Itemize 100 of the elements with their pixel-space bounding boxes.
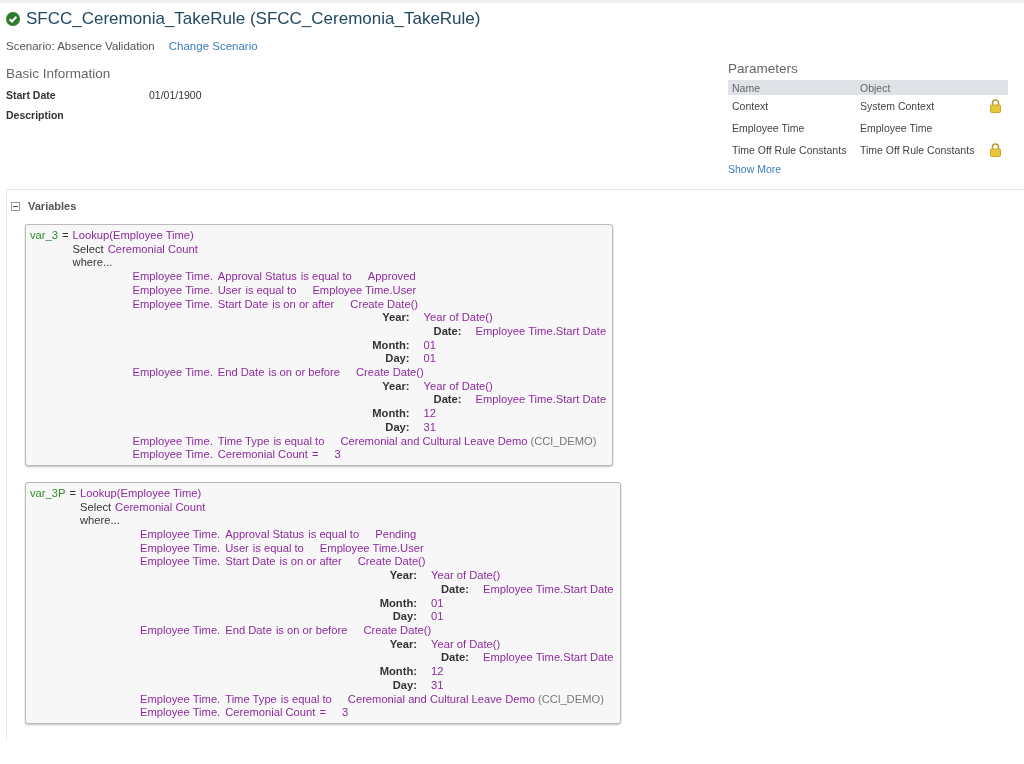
parameter-label: Day: xyxy=(391,678,417,693)
condition-object: Employee Time. xyxy=(140,706,221,720)
variable-name: var_3P xyxy=(30,486,66,501)
condition-operator: is equal to xyxy=(300,270,352,284)
select-keyword: Select xyxy=(80,500,112,515)
select-keyword: Select xyxy=(72,242,104,257)
parameter-value: Employee Time.Start Date xyxy=(483,582,614,597)
parameter-value: 12 xyxy=(431,665,444,679)
condition-field: Start Date xyxy=(225,555,276,570)
parameter-label: Year: xyxy=(388,569,417,583)
condition-field: Approval Status xyxy=(225,528,305,542)
parameter-label: Year: xyxy=(381,311,410,325)
parameter-value: Employee Time.Start Date xyxy=(475,393,607,408)
parameter-value: Year of Date() xyxy=(431,637,501,652)
lookup-function: Lookup(Employee Time) xyxy=(80,486,202,501)
condition-field: Ceremonial Count xyxy=(225,706,316,720)
condition-field: Time Type xyxy=(225,692,277,707)
condition-field: User xyxy=(217,283,242,298)
parameter-label: Date: xyxy=(440,651,469,666)
field-value: 01/01/1900 xyxy=(149,89,202,103)
parameter-value: Year of Date() xyxy=(423,379,493,394)
condition-value: Create Date() xyxy=(350,297,419,312)
field-label: Description xyxy=(6,109,65,123)
table-cell-text: System Context xyxy=(860,100,936,112)
condition-value: 3 xyxy=(334,448,341,462)
condition-field: Approval Status xyxy=(217,270,297,284)
parameter-value: 31 xyxy=(431,678,444,693)
equals-sign: = xyxy=(62,229,69,243)
show-more-link[interactable]: Show More xyxy=(728,163,1008,175)
condition-operator: is equal to xyxy=(280,692,332,707)
condition-value: Approved xyxy=(367,270,416,284)
condition-operator: is on or after xyxy=(279,555,342,570)
variable-name: var_3 xyxy=(30,229,58,243)
column-header: Object xyxy=(860,81,892,94)
table-cell-text: Employee Time xyxy=(860,122,934,134)
table-cell-text: Time Off Rule Constants xyxy=(860,144,976,156)
section-heading: Variables xyxy=(28,200,77,212)
parameter-value: Employee Time.Start Date xyxy=(483,651,614,666)
condition-object: Employee Time. xyxy=(132,297,213,312)
parameter-value: 31 xyxy=(423,420,436,435)
condition-operator: is equal to xyxy=(273,434,325,449)
table-cell-text: Context xyxy=(731,100,770,112)
select-field: Ceremonial Count xyxy=(115,500,206,515)
rule-title: SFCC_Ceremonia_TakeRule (SFCC_Ceremonia_TakeRule) xyxy=(26,9,481,29)
condition-value: Pending xyxy=(375,528,417,542)
condition-value: Ceremonial and Cultural Leave Demo xyxy=(347,692,535,707)
condition-operator: is on or before xyxy=(275,624,348,638)
parameter-value: Employee Time.Start Date xyxy=(475,324,607,339)
condition-operator: is on or before xyxy=(268,366,340,380)
section-heading: Parameters xyxy=(728,61,799,76)
field-label: Start Date xyxy=(6,89,57,103)
condition-object: Employee Time. xyxy=(132,434,213,449)
condition-operator: = xyxy=(311,448,319,462)
where-keyword: where... xyxy=(72,256,113,271)
table-cell-text: Time Off Rule Constants xyxy=(731,144,848,156)
scenario-label: Scenario: Absence Validation xyxy=(6,40,155,52)
parameter-label: Date: xyxy=(432,324,462,339)
condition-code: (CCl_DEMO) xyxy=(538,692,604,707)
where-keyword: where... xyxy=(80,514,120,529)
parameter-value: 12 xyxy=(423,407,436,421)
parameter-label: Date: xyxy=(432,393,462,408)
condition-operator: is equal to xyxy=(308,528,360,542)
parameter-label: Day: xyxy=(384,352,410,367)
condition-field: End Date xyxy=(217,366,265,380)
collapse-icon[interactable] xyxy=(11,201,20,211)
parameter-value: Year of Date() xyxy=(423,311,493,325)
change-scenario-link[interactable]: Change Scenario xyxy=(168,40,258,52)
parameter-label: Day: xyxy=(384,420,410,435)
condition-value: 3 xyxy=(341,706,349,720)
condition-field: End Date xyxy=(225,624,272,638)
parameter-value: 01 xyxy=(431,596,444,611)
condition-object: Employee Time. xyxy=(140,692,221,707)
parameter-label: Day: xyxy=(391,610,417,624)
condition-object: Employee Time. xyxy=(140,624,221,638)
condition-object: Employee Time. xyxy=(140,555,221,570)
condition-operator: is equal to xyxy=(245,283,297,298)
condition-value: Create Date() xyxy=(363,624,432,638)
condition-object: Employee Time. xyxy=(132,448,213,462)
section-heading: Basic Information xyxy=(6,66,112,81)
parameter-label: Month: xyxy=(371,338,410,353)
condition-value: Employee Time.User xyxy=(319,541,424,556)
parameter-label: Date: xyxy=(440,582,469,597)
condition-object: Employee Time. xyxy=(132,283,213,298)
condition-object: Employee Time. xyxy=(140,541,221,556)
condition-operator: = xyxy=(319,706,326,720)
parameter-value: 01 xyxy=(431,610,444,624)
condition-object: Employee Time. xyxy=(140,528,221,542)
parameter-label: Month: xyxy=(378,596,417,611)
parameter-value: Year of Date() xyxy=(431,569,501,583)
table-cell-text: Employee Time xyxy=(731,122,806,134)
condition-value: Create Date() xyxy=(357,555,426,570)
condition-value: Create Date() xyxy=(355,366,424,380)
condition-field: Start Date xyxy=(217,297,269,312)
condition-field: User xyxy=(225,541,249,556)
parameter-value: 01 xyxy=(423,352,436,367)
condition-object: Employee Time. xyxy=(132,270,213,284)
column-header: Name xyxy=(731,81,761,94)
condition-code: (CCl_DEMO) xyxy=(530,434,597,449)
equals-sign: = xyxy=(69,486,76,501)
condition-operator: is on or after xyxy=(272,297,335,312)
